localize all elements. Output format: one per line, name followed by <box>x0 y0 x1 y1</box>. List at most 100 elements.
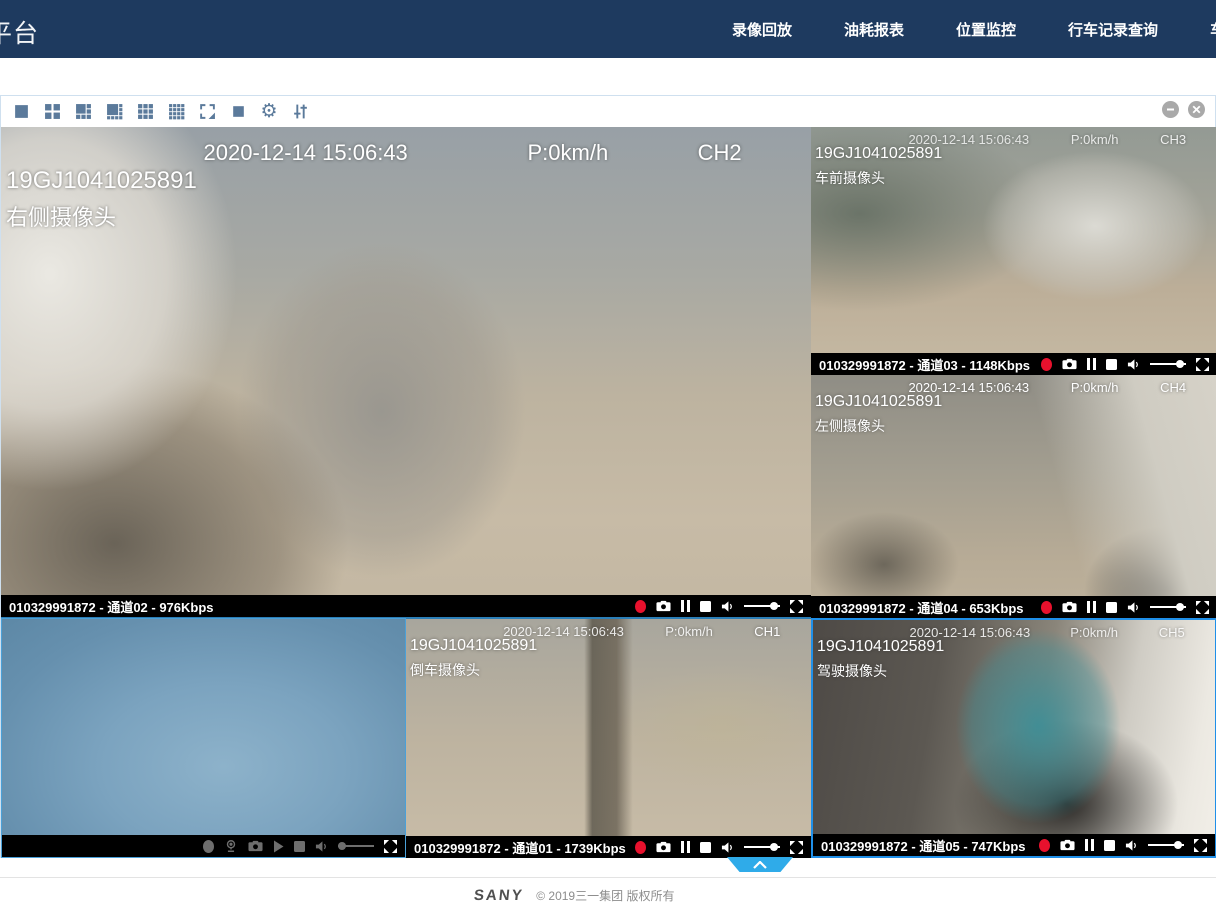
speed-overlay: P:0km/h <box>1070 625 1118 640</box>
snapshot-camera-icon[interactable] <box>1062 601 1077 613</box>
nav-item-fuel-report[interactable]: 油耗报表 <box>844 19 904 40</box>
nav-menu: 录像回放 油耗报表 位置监控 行车记录查询 车辆管理 <box>732 0 1216 58</box>
video-tile-ch5-selected[interactable]: 2020-12-14 15:06:43 P:0km/h CH5 19GJ1041… <box>811 618 1216 858</box>
record-dot-icon[interactable] <box>1041 601 1052 614</box>
speed-overlay: P:0km/h <box>665 624 713 639</box>
pause-icon[interactable] <box>1087 601 1096 613</box>
channel-overlay: CH3 <box>1160 132 1186 147</box>
fullscreen-arrows-icon[interactable] <box>1196 601 1209 614</box>
channel-overlay: CH4 <box>1160 380 1186 395</box>
chevron-up-icon <box>753 861 767 869</box>
volume-slider[interactable] <box>1150 606 1186 608</box>
nav-item-driving-record[interactable]: 行车记录查询 <box>1068 19 1158 40</box>
stop-icon[interactable] <box>700 842 711 853</box>
layout-9-view-icon[interactable] <box>134 101 156 123</box>
nav-item-playback[interactable]: 录像回放 <box>732 19 792 40</box>
video-panel: ⚙ 2020-12-14 15:06:43 P:0km/h CH2 19GJ10… <box>0 95 1216 858</box>
channel-status-text: 010329991872 - 通道02 - 976Kbps <box>9 597 214 616</box>
stop-icon[interactable] <box>294 841 305 852</box>
settings-gear-icon[interactable]: ⚙ <box>258 101 280 123</box>
stop-icon[interactable] <box>1106 602 1117 613</box>
close-icon[interactable] <box>1188 101 1205 118</box>
volume-slider[interactable] <box>744 846 780 848</box>
video-wall: 2020-12-14 15:06:43 P:0km/h CH2 19GJ1041… <box>1 127 1215 858</box>
fullscreen-arrows-icon[interactable] <box>790 841 803 854</box>
layout-6-view-icon[interactable] <box>72 101 94 123</box>
stop-icon[interactable] <box>700 601 711 612</box>
record-dot-icon[interactable] <box>1041 358 1052 371</box>
speed-overlay: P:0km/h <box>528 140 609 166</box>
pause-icon[interactable] <box>1085 839 1094 851</box>
fullscreen-arrows-icon[interactable] <box>790 600 803 613</box>
speaker-icon[interactable] <box>1127 601 1140 614</box>
record-dot-icon[interactable] <box>635 600 646 613</box>
layout-1-view-icon[interactable] <box>10 101 32 123</box>
channel-status-text: 010329991872 - 通道04 - 653Kbps <box>819 598 1024 617</box>
channel-status-bar: 010329991872 - 通道04 - 653Kbps <box>811 596 1216 618</box>
device-id-overlay: 19GJ1041025891 <box>815 145 942 163</box>
pause-icon[interactable] <box>681 841 690 853</box>
video-tile-empty[interactable] <box>1 618 406 858</box>
layout-8-view-icon[interactable] <box>103 101 125 123</box>
stop-icon[interactable] <box>1106 359 1117 370</box>
speaker-icon[interactable] <box>721 841 734 854</box>
video-tile-ch4[interactable]: 2020-12-14 15:06:43 P:0km/h CH4 19GJ1041… <box>811 375 1216 618</box>
nav-item-location-monitor[interactable]: 位置监控 <box>956 19 1016 40</box>
snapshot-camera-icon[interactable] <box>1060 839 1075 851</box>
channel-status-text: 010329991872 - 通道01 - 1739Kbps <box>414 838 626 857</box>
video-tile-ch3[interactable]: 2020-12-14 15:06:43 P:0km/h CH3 19GJ1041… <box>811 127 1216 375</box>
device-id-overlay: 19GJ1041025891 <box>817 638 944 656</box>
fullscreen-arrows-icon[interactable] <box>1196 358 1209 371</box>
window-controls <box>1162 101 1205 118</box>
layout-4-view-icon[interactable] <box>41 101 63 123</box>
pause-icon[interactable] <box>1087 358 1096 370</box>
camera-name-overlay: 右侧摄像头 <box>6 200 116 232</box>
fullscreen-arrows-icon[interactable] <box>1194 839 1207 852</box>
device-id-overlay: 19GJ1041025891 <box>815 393 942 411</box>
play-icon[interactable] <box>273 840 284 853</box>
snapshot-camera-icon[interactable] <box>248 840 263 852</box>
record-dot-icon[interactable] <box>1039 839 1050 852</box>
video-tile-ch1[interactable]: 2020-12-14 15:06:43 P:0km/h CH1 19GJ1041… <box>406 618 811 858</box>
single-screen-icon[interactable] <box>227 101 249 123</box>
speaker-icon[interactable] <box>1125 839 1138 852</box>
record-dot-icon[interactable] <box>203 840 214 853</box>
volume-slider[interactable] <box>1148 844 1184 846</box>
fullscreen-arrows-icon[interactable] <box>384 840 397 853</box>
timestamp-overlay: 2020-12-14 15:06:43 <box>204 140 408 166</box>
speed-overlay: P:0km/h <box>1071 132 1119 147</box>
speaker-icon[interactable] <box>721 600 734 613</box>
speed-overlay: P:0km/h <box>1071 380 1119 395</box>
sany-logo: SANY <box>473 887 524 904</box>
snapshot-camera-icon[interactable] <box>1062 358 1077 370</box>
pause-icon[interactable] <box>681 600 690 612</box>
channel-overlay: CH1 <box>754 624 780 639</box>
stop-icon[interactable] <box>1104 840 1115 851</box>
video-tile-ch2[interactable]: 2020-12-14 15:06:43 P:0km/h CH2 19GJ1041… <box>1 127 811 618</box>
top-navbar: 平台 录像回放 油耗报表 位置监控 行车记录查询 车辆管理 <box>0 0 1216 58</box>
collapse-panel-button[interactable] <box>727 857 793 872</box>
record-dot-icon[interactable] <box>635 841 646 854</box>
adjust-sliders-icon[interactable] <box>289 101 311 123</box>
minimize-icon[interactable] <box>1162 101 1179 118</box>
layout-16-view-icon[interactable] <box>165 101 187 123</box>
channel-overlay: CH2 <box>698 140 742 166</box>
video-toolbar: ⚙ <box>1 96 1215 127</box>
fullscreen-expand-icon[interactable] <box>196 101 218 123</box>
channel-status-text: 010329991872 - 通道03 - 1148Kbps <box>819 355 1030 374</box>
snapshot-camera-icon[interactable] <box>656 841 671 853</box>
page-footer: SANY © 2019三一集团 版权所有 <box>0 877 1216 913</box>
camera-name-overlay: 车前摄像头 <box>815 168 885 188</box>
channel-status-bar: 010329991872 - 通道03 - 1148Kbps <box>811 353 1216 375</box>
nav-item-vehicle-manage[interactable]: 车辆管理 <box>1210 19 1216 40</box>
snapshot-camera-icon[interactable] <box>656 600 671 612</box>
volume-slider[interactable] <box>1150 363 1186 365</box>
device-id-overlay: 19GJ1041025891 <box>410 637 537 655</box>
channel-status-bar: 010329991872 - 通道01 - 1739Kbps <box>406 836 811 858</box>
speaker-icon[interactable] <box>1127 358 1140 371</box>
webcam-icon[interactable] <box>224 839 238 853</box>
volume-slider[interactable] <box>338 845 374 847</box>
app-title: 平台 <box>0 14 39 50</box>
volume-slider[interactable] <box>744 605 780 607</box>
speaker-icon[interactable] <box>315 840 328 853</box>
